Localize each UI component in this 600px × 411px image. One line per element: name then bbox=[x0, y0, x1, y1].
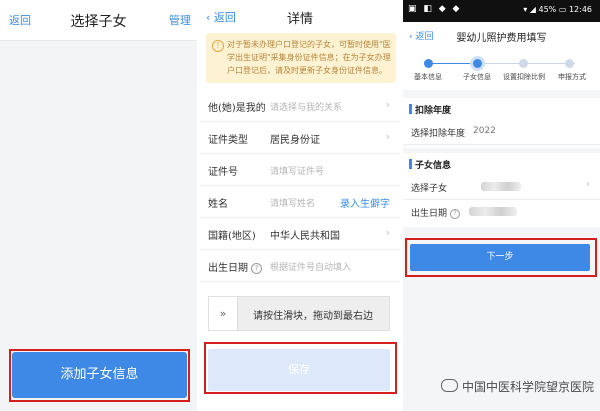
top-bar: ‹ 返回 详情 bbox=[200, 0, 400, 32]
highlight-box bbox=[405, 238, 597, 277]
birth-date-field: 出生日期? 根据证件号自动填入 bbox=[200, 251, 400, 282]
section-header: 扣除年度 bbox=[403, 98, 600, 120]
field-label: 出生日期? bbox=[208, 259, 262, 274]
highlight-box bbox=[204, 342, 397, 394]
notice-banner: ! 对于暂未办理户口登记的子女，可暂时使用"医学出生证明"采集身份证件信息；在为… bbox=[206, 33, 396, 83]
info-icon: ! bbox=[212, 40, 224, 52]
step-dot-current bbox=[473, 59, 482, 68]
field-label: 选择扣除年度 bbox=[411, 129, 466, 139]
notification-icons: ▣ ◧ ◆ ◆ bbox=[408, 4, 462, 14]
highlight-box bbox=[9, 349, 190, 402]
field-label-text: 出生日期 bbox=[411, 209, 448, 219]
step-label: 申报方式 bbox=[558, 73, 586, 81]
step-indicator: 基本信息 子女信息 设置扣除比例 申报方式 bbox=[403, 50, 600, 90]
status-info: ▾ ◢ 45% ▭ 12:46 bbox=[523, 5, 592, 14]
notice-text: 对于暂未办理户口登记的子女，可暂时使用"医学出生证明"采集身份证件信息；在为子女… bbox=[227, 40, 391, 75]
chevron-right-icon: › bbox=[385, 130, 390, 143]
field-label: 他(她)是我的 bbox=[208, 103, 266, 114]
deduct-year-field[interactable]: 选择扣除年度 2022 bbox=[403, 120, 600, 145]
slider-hint: 请按住滑块，拖动到最右边 bbox=[253, 311, 373, 322]
help-icon[interactable]: ? bbox=[450, 209, 461, 219]
page-title: 选择子女 bbox=[70, 14, 127, 30]
field-label: 出生日期? bbox=[411, 206, 461, 219]
field-value: 居民身份证 bbox=[270, 135, 320, 146]
watermark-text: 中国中医科学院望京医院 bbox=[461, 380, 594, 394]
redacted-value bbox=[481, 182, 521, 191]
watermark: 中国中医科学院望京医院 bbox=[440, 378, 594, 395]
manage-link[interactable]: 管理 bbox=[169, 12, 191, 28]
wechat-icon bbox=[440, 379, 458, 392]
field-value: 中华人民共和国 bbox=[270, 231, 340, 242]
page-title: 详情 bbox=[286, 12, 313, 27]
id-number-field[interactable]: 证件号 请填写证件号 bbox=[200, 155, 400, 186]
field-label: 选择子女 bbox=[411, 184, 448, 194]
chevron-right-icon: › bbox=[586, 179, 590, 190]
chevron-right-icon: › bbox=[385, 98, 390, 111]
step-label: 设置扣除比例 bbox=[503, 73, 545, 81]
deduct-year-section: 扣除年度 选择扣除年度 2022 bbox=[403, 98, 600, 148]
status-bar: ▣ ◧ ◆ ◆ ▾ ◢ 45% ▭ 12:46 bbox=[403, 0, 600, 22]
page-title: 婴幼儿照护费用填写 bbox=[456, 33, 547, 44]
select-child-screen: 返回 选择子女 管理 添加子女信息 bbox=[0, 0, 197, 411]
field-label: 证件类型 bbox=[208, 135, 248, 146]
top-bar: 返回 选择子女 管理 bbox=[0, 0, 197, 41]
rare-character-link[interactable]: 录入生僻字 bbox=[340, 195, 390, 210]
step-label: 子女信息 bbox=[463, 73, 491, 81]
section-title: 扣除年度 bbox=[415, 106, 452, 116]
child-details-screen: ‹ 返回 详情 ! 对于暂未办理户口登记的子女，可暂时使用"医学出生证明"采集身… bbox=[200, 0, 400, 411]
field-value: 2022 bbox=[473, 126, 496, 136]
chevron-right-icon: › bbox=[385, 226, 390, 239]
birth-date-field: 出生日期? bbox=[403, 200, 600, 224]
field-placeholder: 请填写姓名 bbox=[270, 199, 316, 209]
step-line bbox=[429, 63, 477, 64]
field-placeholder: 请选择与我的关系 bbox=[270, 103, 343, 113]
section-marker bbox=[409, 159, 412, 169]
help-icon[interactable]: ? bbox=[251, 263, 262, 274]
step-dot bbox=[519, 59, 528, 68]
field-placeholder: 根据证件号自动填入 bbox=[270, 263, 352, 273]
field-label: 姓名 bbox=[208, 199, 228, 210]
step-dot bbox=[565, 59, 574, 68]
field-placeholder: 请填写证件号 bbox=[270, 167, 325, 177]
clock: 12:46 bbox=[568, 5, 592, 14]
childcare-expense-screen: ▣ ◧ ◆ ◆ ▾ ◢ 45% ▭ 12:46 ‹ 返回 婴幼儿照护费用填写 基… bbox=[403, 0, 600, 411]
name-field[interactable]: 姓名 请填写姓名 录入生僻字 bbox=[200, 187, 400, 218]
redacted-value bbox=[469, 207, 517, 216]
slide-captcha: » 请按住滑块，拖动到最右边 bbox=[208, 296, 390, 331]
child-info-section: 子女信息 选择子女 › 出生日期? bbox=[403, 153, 600, 227]
field-label: 国籍(地区) bbox=[208, 231, 256, 242]
section-title: 子女信息 bbox=[415, 161, 452, 171]
step-label: 基本信息 bbox=[414, 73, 442, 81]
field-label-text: 出生日期 bbox=[208, 263, 248, 274]
step-dot-done bbox=[424, 59, 433, 68]
slider-handle[interactable]: » bbox=[209, 297, 238, 330]
select-child-field[interactable]: 选择子女 › bbox=[403, 175, 600, 200]
section-marker bbox=[409, 104, 412, 114]
battery-level: 45% bbox=[538, 5, 557, 14]
top-bar: ‹ 返回 婴幼儿照护费用填写 bbox=[403, 22, 600, 50]
relationship-field[interactable]: 他(她)是我的 请选择与我的关系 › bbox=[200, 91, 400, 122]
section-header: 子女信息 bbox=[403, 153, 600, 175]
nationality-field[interactable]: 国籍(地区) 中华人民共和国 › bbox=[200, 219, 400, 250]
field-label: 证件号 bbox=[208, 167, 238, 178]
id-type-field[interactable]: 证件类型 居民身份证 › bbox=[200, 123, 400, 154]
